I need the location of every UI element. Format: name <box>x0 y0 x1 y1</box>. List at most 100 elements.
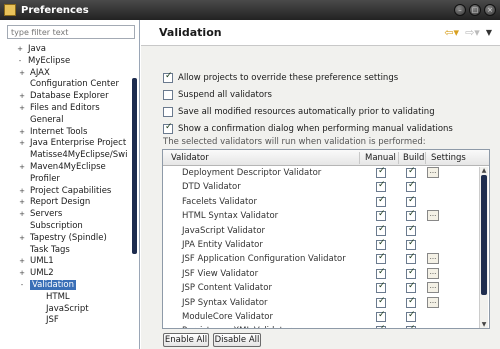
tree-item[interactable]: - Validation <box>0 279 132 292</box>
table-row[interactable]: Persistence XML Validator <box>163 324 489 328</box>
option-row[interactable]: Show a confirmation dialog when performi… <box>163 120 453 137</box>
column-manual[interactable]: Manual <box>365 153 396 163</box>
build-checkbox[interactable] <box>406 310 416 322</box>
tree-item[interactable]: Subscription <box>0 221 132 233</box>
tree-item[interactable]: JavaScript <box>0 304 132 316</box>
option-checkbox[interactable] <box>163 71 173 83</box>
column-settings[interactable]: Settings <box>431 153 466 163</box>
tree-item[interactable]: + Java Enterprise Project <box>0 138 132 150</box>
option-checkbox[interactable] <box>163 89 173 100</box>
expand-icon[interactable]: + <box>18 68 26 80</box>
manual-checkbox[interactable] <box>376 281 386 294</box>
build-checkbox[interactable] <box>406 238 416 250</box>
table-row[interactable]: DTD Validator <box>163 180 489 194</box>
manual-checkbox[interactable] <box>376 252 386 265</box>
view-menu-icon[interactable]: ▼ <box>486 28 492 37</box>
settings-button[interactable]: ... <box>427 210 439 222</box>
tree-item[interactable]: JSF <box>0 315 132 327</box>
expand-icon[interactable]: + <box>18 268 26 280</box>
expand-icon[interactable]: + <box>18 256 26 268</box>
tree-item[interactable]: + Servers <box>0 209 132 221</box>
build-checkbox[interactable] <box>406 224 416 236</box>
option-checkbox[interactable] <box>163 122 173 134</box>
tree-item[interactable]: + UML1 <box>0 256 132 268</box>
column-build[interactable]: Build <box>403 153 424 163</box>
option-row[interactable]: Allow projects to override these prefere… <box>163 69 453 86</box>
table-row[interactable]: JPA Entity Validator <box>163 238 489 252</box>
tree-item[interactable]: + Database Explorer <box>0 91 132 103</box>
tree-item[interactable]: + Files and Editors <box>0 103 132 115</box>
table-row[interactable]: JSF Application Configuration Validator.… <box>163 252 489 266</box>
settings-button[interactable]: ... <box>427 296 439 308</box>
settings-button[interactable]: ... <box>427 253 439 265</box>
filter-input[interactable] <box>7 25 135 39</box>
build-checkbox[interactable] <box>406 195 416 207</box>
expand-icon[interactable]: + <box>18 209 26 221</box>
tree-item[interactable]: Matisse4MyEclipse/Swi <box>0 150 132 162</box>
tree-item[interactable]: Task Tags <box>0 245 132 257</box>
close-button[interactable]: × <box>484 4 496 16</box>
tree-item[interactable]: Configuration Center <box>0 79 132 91</box>
table-scroll-thumb[interactable] <box>481 175 487 295</box>
tree-item[interactable]: + Internet Tools <box>0 127 132 139</box>
manual-checkbox[interactable] <box>376 267 386 279</box>
settings-button[interactable]: ... <box>427 167 439 178</box>
tree-item[interactable]: Profiler <box>0 174 132 186</box>
table-row[interactable]: ModuleCore Validator <box>163 310 489 324</box>
expand-icon[interactable]: + <box>18 138 26 150</box>
tree-item[interactable]: + Maven4MyEclipse <box>0 162 132 174</box>
option-row[interactable]: Save all modified resources automaticall… <box>163 103 453 120</box>
table-row[interactable]: JSP Content Validator... <box>163 281 489 295</box>
back-arrow-icon[interactable]: ⇦▾ <box>444 26 459 39</box>
expand-icon[interactable]: + <box>18 91 26 103</box>
column-validator[interactable]: Validator <box>171 153 209 163</box>
settings-button[interactable]: ... <box>427 267 439 279</box>
build-checkbox[interactable] <box>406 209 416 222</box>
scroll-down-icon[interactable]: ▼ <box>480 321 488 328</box>
collapse-icon[interactable]: - <box>18 280 26 292</box>
disable-all-button[interactable]: Disable All <box>213 333 261 347</box>
expand-icon[interactable]: + <box>18 103 26 115</box>
tree-item[interactable]: + Project Capabilities <box>0 186 132 198</box>
table-scrollbar[interactable]: ▲ ▼ <box>479 167 488 328</box>
scroll-up-icon[interactable]: ▲ <box>480 167 488 174</box>
build-checkbox[interactable] <box>406 166 416 178</box>
build-checkbox[interactable] <box>406 252 416 265</box>
manual-checkbox[interactable] <box>376 209 386 222</box>
expand-icon[interactable]: + <box>18 127 26 139</box>
tree-item[interactable]: + AJAX <box>0 68 132 80</box>
expand-icon[interactable]: + <box>18 197 26 209</box>
expand-icon[interactable]: + <box>18 233 26 245</box>
manual-checkbox[interactable] <box>376 180 386 193</box>
maximize-button[interactable]: □ <box>469 4 481 16</box>
manual-checkbox[interactable] <box>376 238 386 250</box>
table-row[interactable]: JSP Syntax Validator... <box>163 296 489 310</box>
build-checkbox[interactable] <box>406 296 416 308</box>
table-row[interactable]: Deployment Descriptor Validator... <box>163 166 489 180</box>
build-checkbox[interactable] <box>406 324 416 328</box>
tree-item[interactable]: + UML2 <box>0 268 132 280</box>
tree-item[interactable]: - MyEclipse <box>0 56 132 68</box>
manual-checkbox[interactable] <box>376 195 386 207</box>
tree-item[interactable]: + Java <box>0 44 132 56</box>
manual-checkbox[interactable] <box>376 296 386 308</box>
enable-all-button[interactable]: Enable All <box>163 333 209 347</box>
tree-item[interactable]: General <box>0 115 132 127</box>
table-row[interactable]: HTML Syntax Validator... <box>163 209 489 223</box>
build-checkbox[interactable] <box>406 180 416 193</box>
forward-arrow-icon[interactable]: ⇨▾ <box>465 26 480 39</box>
expand-icon[interactable]: + <box>18 162 26 174</box>
table-row[interactable]: JavaScript Validator <box>163 224 489 238</box>
manual-checkbox[interactable] <box>376 224 386 236</box>
settings-button[interactable]: ... <box>427 282 439 294</box>
tree-item[interactable]: + Report Design <box>0 197 132 209</box>
manual-checkbox[interactable] <box>376 166 386 178</box>
collapse-icon[interactable]: - <box>16 56 24 68</box>
table-row[interactable]: JSF View Validator... <box>163 267 489 281</box>
build-checkbox[interactable] <box>406 281 416 294</box>
manual-checkbox[interactable] <box>376 310 386 322</box>
minimize-button[interactable]: – <box>454 4 466 16</box>
tree-item[interactable]: HTML <box>0 292 132 304</box>
table-row[interactable]: Facelets Validator <box>163 195 489 209</box>
build-checkbox[interactable] <box>406 267 416 279</box>
